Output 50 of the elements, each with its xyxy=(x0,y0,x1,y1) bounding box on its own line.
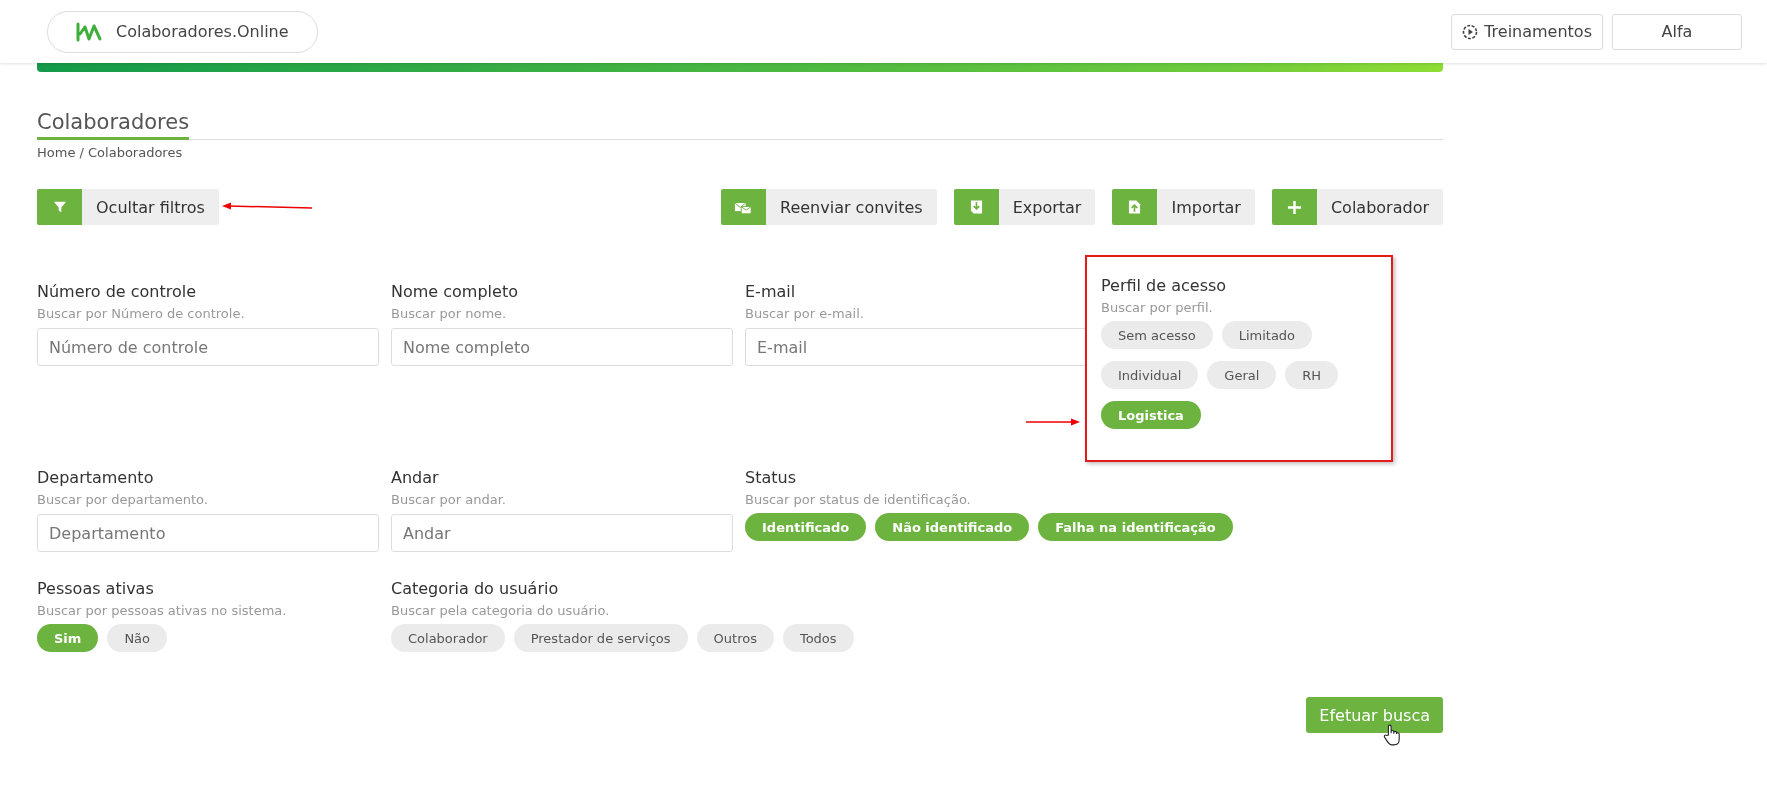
filter-chip[interactable]: Outros xyxy=(696,624,774,652)
filter-chip[interactable]: Colaborador xyxy=(391,624,505,652)
file-upload-icon xyxy=(1128,199,1142,215)
header-button[interactable]: Treinamentos xyxy=(1451,13,1603,50)
filter-label: Andar xyxy=(391,468,440,487)
filter-hint: Buscar por departamento. xyxy=(37,492,209,507)
filter-hint: Buscar por e-mail. xyxy=(745,306,865,321)
text-field[interactable]: Andar xyxy=(391,514,733,552)
filter-hint: Buscar por perfil. xyxy=(1101,300,1214,315)
filter-toggle-button[interactable]: Ocultar filtros xyxy=(37,189,219,225)
filter-hint: Buscar por Número de controle. xyxy=(37,306,246,321)
text-field[interactable]: Número de controle xyxy=(37,328,379,366)
filter-label: Número de controle xyxy=(37,282,198,301)
filter-label: Departamento xyxy=(37,468,155,487)
filter-hint: Buscar por nome. xyxy=(391,306,508,321)
filter-chip[interactable]: Geral xyxy=(1207,361,1277,389)
filter-hint: Buscar pela categoria do usuário. xyxy=(391,603,611,618)
filter-hint: Buscar por pessoas ativas no sistema. xyxy=(37,603,288,618)
text-field[interactable]: E-mail xyxy=(745,328,1087,366)
toolbar-button[interactable]: Reenviar convites xyxy=(721,189,937,225)
text-field[interactable]: Nome completo xyxy=(391,328,733,366)
filter-chip[interactable]: Todos xyxy=(782,624,854,652)
page-title: Colaboradores xyxy=(37,110,190,140)
filter-chip[interactable]: Limitado xyxy=(1221,321,1313,349)
filter-label: Nome completo xyxy=(391,282,519,301)
filter-label: Perfil de acesso xyxy=(1101,276,1228,295)
filter-icon xyxy=(52,200,67,214)
toolbar-button[interactable]: Colaborador xyxy=(1271,189,1443,225)
play-circle-icon xyxy=(1462,23,1479,40)
annotation-arrow xyxy=(1026,417,1081,427)
filter-chip[interactable]: Prestador de serviços xyxy=(513,624,688,652)
filter-chip[interactable]: Individual xyxy=(1101,361,1199,389)
filter-label: Categoria do usuário xyxy=(391,579,560,598)
filter-label: Pessoas ativas xyxy=(37,579,155,598)
breadcrumb: Home / Colaboradores xyxy=(37,145,184,160)
filter-hint: Buscar por status de identificação. xyxy=(745,492,972,507)
hand-cursor-icon xyxy=(1383,724,1401,746)
filter-chip[interactable]: RH xyxy=(1285,361,1339,389)
filter-chip[interactable]: Sem acesso xyxy=(1101,321,1213,349)
toolbar-button[interactable]: Exportar xyxy=(953,189,1096,225)
filter-label: Status xyxy=(745,468,797,487)
text-field[interactable]: Departamento xyxy=(37,514,379,552)
header-button[interactable]: Alfa xyxy=(1612,13,1742,50)
plus-icon xyxy=(1286,199,1302,215)
file-download-icon xyxy=(969,199,983,215)
filter-label: E-mail xyxy=(745,282,797,301)
filter-chip[interactable]: Não xyxy=(107,624,168,652)
toolbar-button[interactable]: Importar xyxy=(1112,189,1255,225)
logo-icon xyxy=(76,21,102,42)
filter-hint: Buscar por andar. xyxy=(391,492,507,507)
